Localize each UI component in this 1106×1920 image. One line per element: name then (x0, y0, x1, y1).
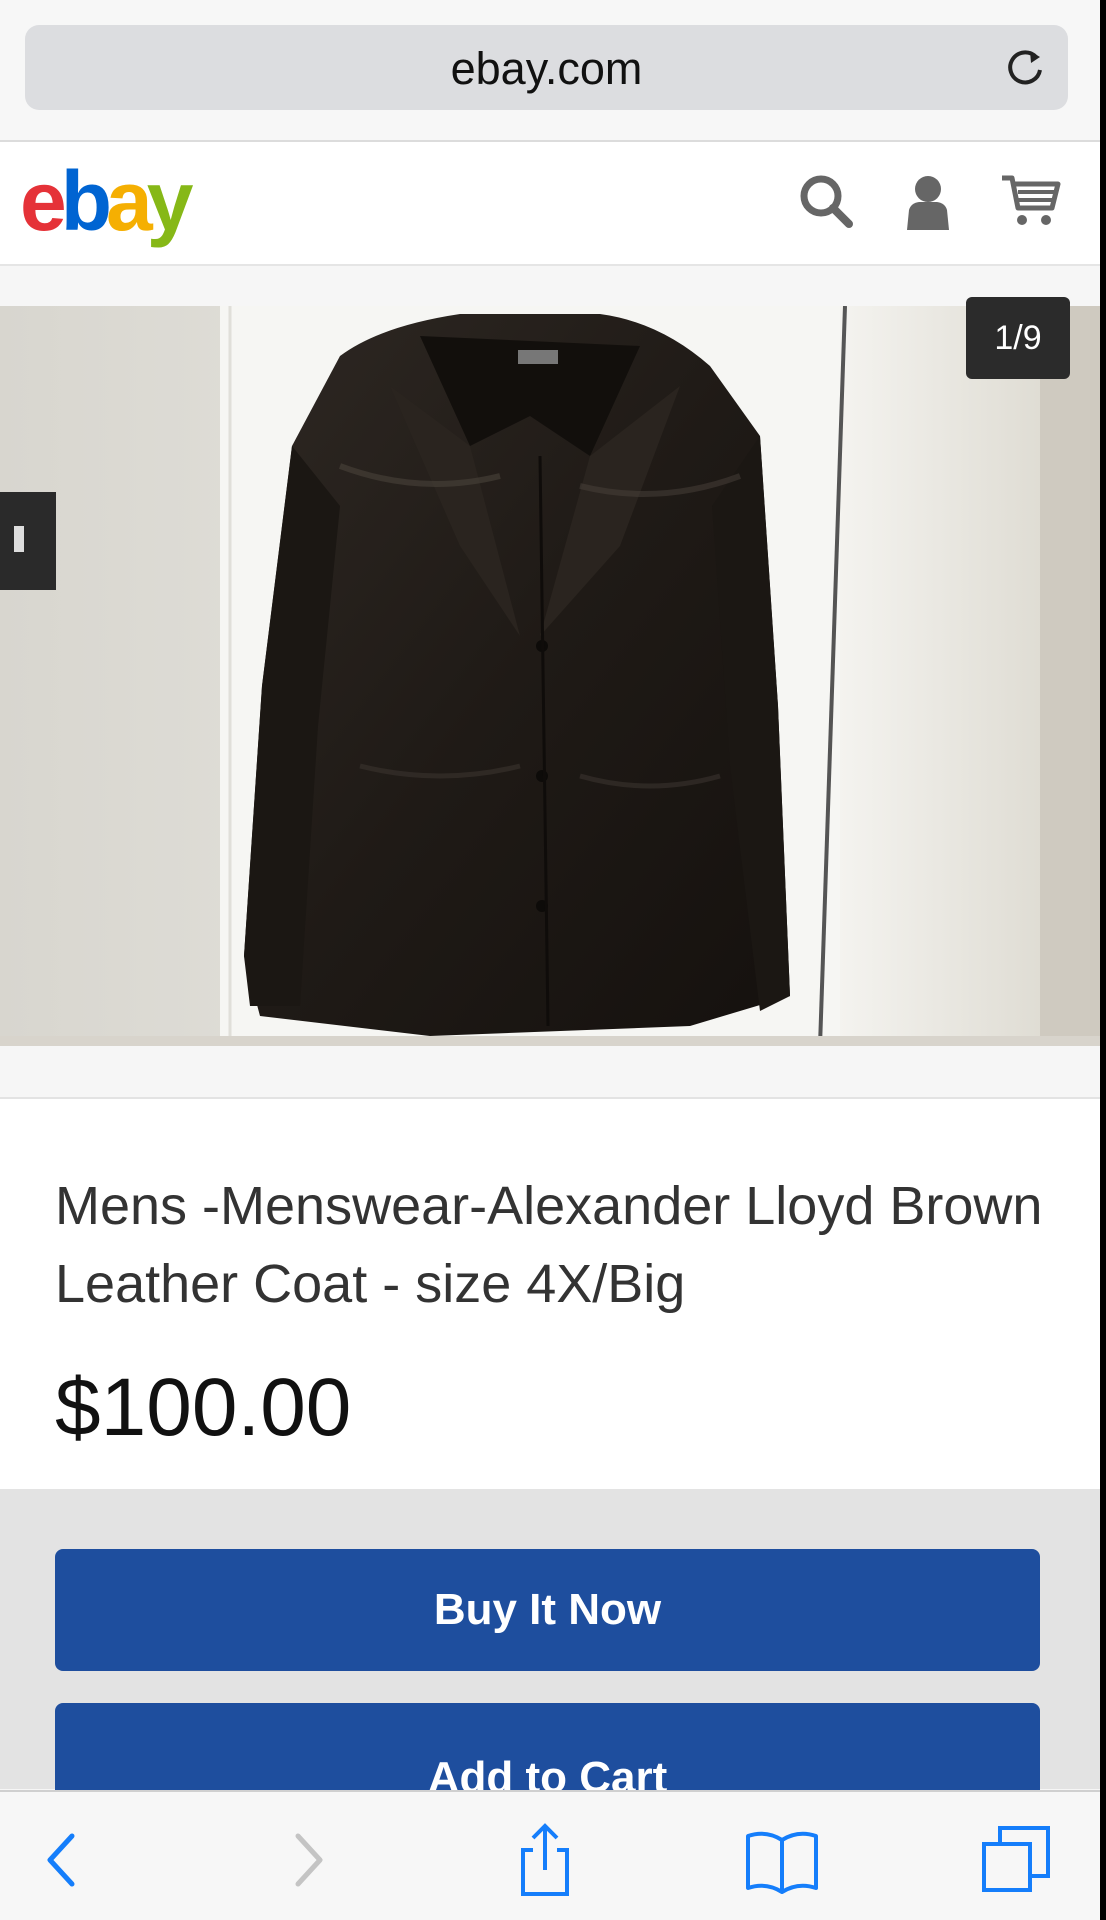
reload-icon[interactable] (1000, 43, 1050, 93)
logo-letter: e (20, 154, 67, 248)
item-summary: Mens -Menswear-Alexander Lloyd Brown Lea… (0, 1097, 1100, 1491)
logo-letter: y (146, 154, 194, 248)
logo-letter: a (106, 154, 153, 248)
tabs-icon[interactable] (978, 1820, 1058, 1900)
coat-photo (0, 306, 1100, 1046)
url-field[interactable]: ebay.com (25, 25, 1068, 110)
site-header: ebay (0, 142, 1100, 266)
account-icon[interactable] (897, 170, 959, 232)
photo-counter-badge: 1/9 (966, 297, 1070, 379)
share-icon[interactable] (505, 1820, 585, 1900)
ebay-logo[interactable]: ebay (20, 154, 194, 248)
forward-icon[interactable] (268, 1820, 348, 1900)
item-price: $100.00 (55, 1362, 352, 1453)
item-title: Mens -Menswear-Alexander Lloyd Brown Lea… (55, 1176, 1043, 1314)
url-text: ebay.com (450, 43, 643, 94)
search-icon[interactable] (795, 170, 857, 232)
back-icon[interactable] (22, 1820, 102, 1900)
browser-toolbar (0, 1790, 1100, 1920)
cart-icon[interactable] (1000, 170, 1062, 232)
product-image[interactable] (0, 306, 1100, 1046)
screen: ebay.com ebay 1/9 Mens -Menswear-Alexand… (0, 0, 1100, 1920)
logo-letter: b (60, 154, 112, 248)
bookmarks-icon[interactable] (742, 1820, 822, 1900)
purchase-actions: Buy It Now Add to Cart (0, 1489, 1100, 1853)
buy-it-now-button[interactable]: Buy It Now (55, 1549, 1040, 1671)
browser-address-bar: ebay.com (0, 0, 1100, 142)
